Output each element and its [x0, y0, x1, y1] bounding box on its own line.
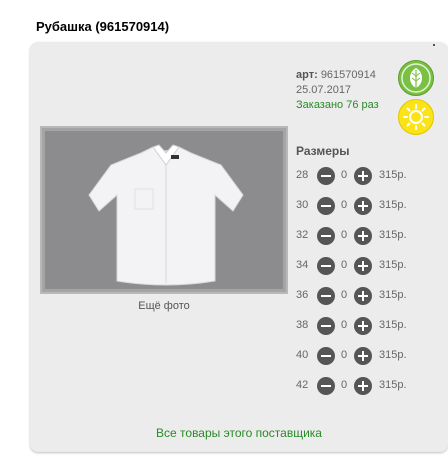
increment-button[interactable]	[354, 257, 372, 275]
product-title: Рубашка (961570914)	[36, 19, 170, 34]
size-price: 315р.	[379, 289, 407, 301]
size-quantity: 0	[341, 319, 348, 331]
increment-button[interactable]	[354, 377, 372, 395]
sun-icon-graphic	[403, 104, 429, 130]
size-price: 315р.	[379, 199, 407, 211]
decrement-button[interactable]	[317, 287, 335, 305]
size-row: 28 0 315р.	[296, 166, 436, 186]
size-label: 32	[296, 229, 309, 241]
decrement-button[interactable]	[317, 377, 335, 395]
leaf-icon-graphic	[401, 63, 431, 93]
size-quantity: 0	[341, 289, 348, 301]
decrement-button[interactable]	[317, 257, 335, 275]
increment-button[interactable]	[354, 317, 372, 335]
size-price: 315р.	[379, 349, 407, 361]
sun-icon	[398, 99, 434, 135]
size-price: 315р.	[379, 259, 407, 271]
size-quantity: 0	[341, 229, 348, 241]
article-value: 961570914	[320, 69, 376, 81]
size-quantity: 0	[341, 259, 348, 271]
decrement-button[interactable]	[317, 227, 335, 245]
size-row: 30 0 315р.	[296, 196, 436, 216]
article-label: арт:	[296, 69, 318, 81]
size-price: 315р.	[379, 229, 407, 241]
decrement-button[interactable]	[317, 197, 335, 215]
increment-button[interactable]	[354, 227, 372, 245]
size-row: 36 0 315р.	[296, 286, 436, 306]
photo-background	[45, 131, 283, 289]
size-row: 40 0 315р.	[296, 346, 436, 366]
size-label: 42	[296, 379, 309, 391]
more-photos-link[interactable]: Ещё фото	[40, 300, 288, 312]
size-label: 30	[296, 199, 309, 211]
size-label: 40	[296, 349, 309, 361]
ordered-count: Заказано 76 раз	[296, 99, 379, 111]
shirt-image	[88, 144, 244, 286]
supplier-products-link[interactable]: Все товары этого поставщика	[30, 426, 448, 440]
decrement-button[interactable]	[317, 317, 335, 335]
product-info: арт: 961570914 25.07.2017 Заказано 76 ра…	[296, 68, 379, 113]
product-photo[interactable]	[40, 126, 288, 294]
size-quantity: 0	[341, 349, 348, 361]
size-label: 38	[296, 319, 309, 331]
size-quantity: 0	[341, 169, 348, 181]
leaf-icon	[398, 60, 434, 96]
increment-button[interactable]	[354, 347, 372, 365]
product-date: 25.07.2017	[296, 84, 352, 96]
size-row: 32 0 315р.	[296, 226, 436, 246]
size-row: 38 0 315р.	[296, 316, 436, 336]
size-price: 315р.	[379, 379, 407, 391]
size-quantity: 0	[341, 199, 348, 211]
size-row: 34 0 315р.	[296, 256, 436, 276]
increment-button[interactable]	[354, 287, 372, 305]
article-line: арт: 961570914	[296, 68, 379, 83]
size-label: 34	[296, 259, 309, 271]
decrement-button[interactable]	[317, 167, 335, 185]
size-quantity: 0	[341, 379, 348, 391]
size-price: 315р.	[379, 169, 407, 181]
sizes-title: Размеры	[296, 144, 350, 158]
increment-button[interactable]	[354, 197, 372, 215]
size-label: 28	[296, 169, 309, 181]
size-label: 36	[296, 289, 309, 301]
card-dot	[433, 44, 435, 46]
size-price: 315р.	[379, 319, 407, 331]
decrement-button[interactable]	[317, 347, 335, 365]
size-row: 42 0 315р.	[296, 376, 436, 396]
increment-button[interactable]	[354, 167, 372, 185]
